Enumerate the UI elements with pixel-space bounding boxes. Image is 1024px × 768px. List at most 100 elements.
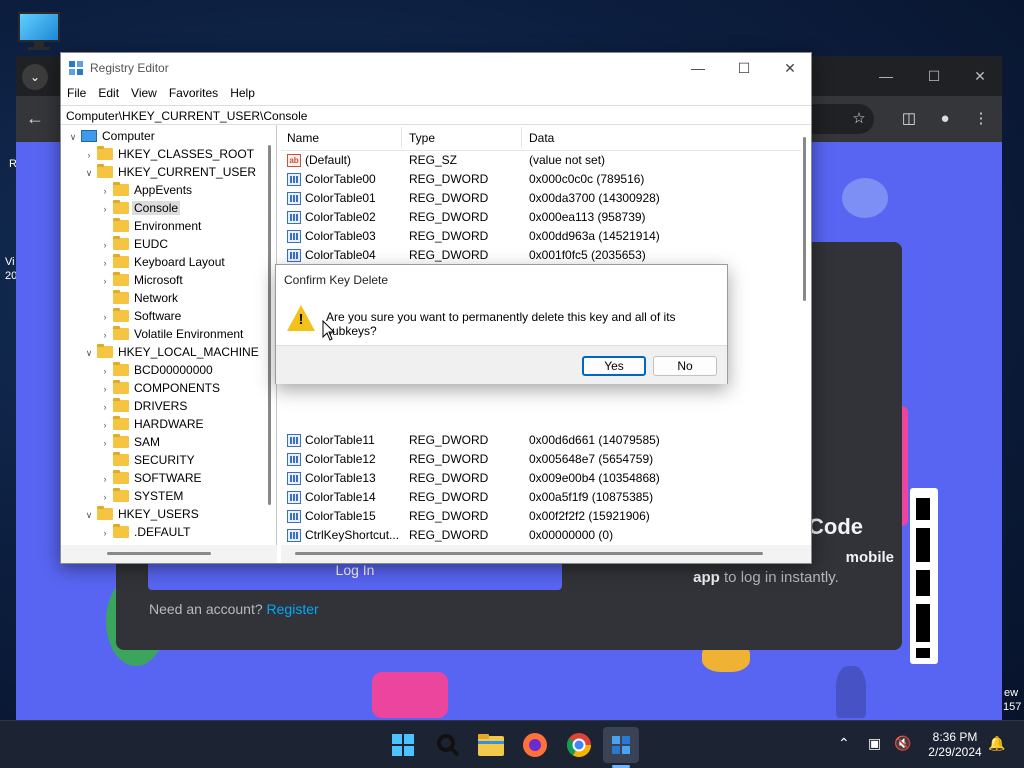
profile-avatar-icon[interactable]: ● <box>934 108 956 130</box>
registry-editor-taskbar-button[interactable] <box>603 727 639 763</box>
value-row[interactable]: ColorTable14 REG_DWORD 0x00a5f1f9 (1087538… <box>281 488 801 507</box>
browser-menu-icon[interactable]: ⋮ <box>970 108 992 130</box>
menu-help[interactable]: Help <box>224 83 261 100</box>
yes-button[interactable]: Yes <box>582 356 646 376</box>
tree-item[interactable]: › Microsoft <box>99 271 185 289</box>
tree-item[interactable]: ∨ HKEY_LOCAL_MACHINE <box>83 343 261 361</box>
address-path[interactable]: Computer\HKEY_CURRENT_USER\Console <box>61 105 811 125</box>
value-row[interactable]: ab (Default) REG_SZ (value not set) <box>281 151 801 170</box>
tree-item[interactable]: › SYSTEM <box>99 487 185 505</box>
chrome-button[interactable] <box>561 727 597 763</box>
value-row[interactable]: ColorTable13 REG_DWORD 0x009e00b4 (1035486… <box>281 469 801 488</box>
tree-item[interactable]: › Volatile Environment <box>99 325 245 343</box>
menu-favorites[interactable]: Favorites <box>163 83 224 100</box>
value-row[interactable]: ColorTable00 REG_DWORD 0x000c0c0c (789516) <box>281 170 801 189</box>
tree-item[interactable]: › COMPONENTS <box>99 379 222 397</box>
firefox-button[interactable] <box>517 727 553 763</box>
collapse-chevron-icon[interactable]: ∨ <box>83 506 95 524</box>
browser-maximize-button[interactable]: ☐ <box>914 64 954 88</box>
value-row[interactable]: ColorTable12 REG_DWORD 0x005648e7 (5654759… <box>281 450 801 469</box>
tree-item[interactable]: › EUDC <box>99 235 170 253</box>
expand-chevron-icon[interactable]: › <box>99 434 111 452</box>
tree-item[interactable]: › DRIVERS <box>99 397 189 415</box>
expand-chevron-icon[interactable]: › <box>99 200 111 218</box>
tree-item[interactable]: › Keyboard Layout <box>99 253 227 271</box>
expand-chevron-icon[interactable]: › <box>99 380 111 398</box>
volume-muted-icon[interactable]: 🔇 <box>894 735 911 752</box>
expand-chevron-icon[interactable]: › <box>99 236 111 254</box>
file-explorer-button[interactable] <box>473 727 509 763</box>
expand-chevron-icon[interactable]: › <box>99 362 111 380</box>
expand-chevron-icon[interactable]: › <box>99 488 111 506</box>
maximize-button[interactable]: ☐ <box>721 57 767 79</box>
folder-icon <box>97 506 113 520</box>
qr-text-rest: to log in instantly. <box>724 569 839 586</box>
regedit-titlebar[interactable]: Registry Editor — ☐ ✕ <box>61 53 811 83</box>
network-icon[interactable]: ▣ <box>868 735 881 752</box>
clock[interactable]: 8:36 PM 2/29/2024 <box>920 730 990 760</box>
value-row[interactable]: ColorTable04 REG_DWORD 0x001f0fc5 (2035653… <box>281 246 801 265</box>
start-button[interactable] <box>385 727 421 763</box>
value-row[interactable]: CtrlKeyShortcut... REG_DWORD 0x00000000 (0… <box>281 526 801 545</box>
tree-item[interactable]: ∨ Computer <box>67 127 157 145</box>
back-arrow-icon[interactable]: ← <box>26 108 44 129</box>
registry-key-tree[interactable]: ∨ Computer › HKEY_CLASSES_ROOT ∨ HKEY_CURRENT… <box>61 125 277 545</box>
expand-chevron-icon[interactable]: › <box>99 524 111 542</box>
tree-item[interactable]: › .DEFAULT <box>99 523 192 541</box>
browser-close-button[interactable]: ✕ <box>960 64 1000 88</box>
expand-chevron-icon[interactable]: › <box>99 326 111 344</box>
menu-view[interactable]: View <box>125 83 163 100</box>
expand-chevron-icon[interactable]: › <box>99 308 111 326</box>
minimize-button[interactable]: — <box>675 57 721 79</box>
tree-item[interactable]: › HARDWARE <box>99 415 206 433</box>
browser-minimize-button[interactable]: — <box>866 64 906 88</box>
value-type: REG_DWORD <box>409 490 489 504</box>
tree-item[interactable]: › SOFTWARE <box>99 469 204 487</box>
menu-edit[interactable]: Edit <box>92 83 125 100</box>
tree-item[interactable]: ∨ HKEY_USERS <box>83 505 201 523</box>
notification-bell-icon[interactable]: 🔔 <box>988 735 1005 752</box>
collapse-chevron-icon[interactable]: ∨ <box>83 344 95 362</box>
column-header-data[interactable]: Data <box>529 131 554 145</box>
column-header-type[interactable]: Type <box>409 131 435 145</box>
tree-item[interactable]: Environment <box>99 217 203 235</box>
value-row[interactable]: ColorTable15 REG_DWORD 0x00f2f2f2 (1592190… <box>281 507 801 526</box>
expand-chevron-icon[interactable]: › <box>99 470 111 488</box>
tree-item[interactable]: › BCD00000000 <box>99 361 215 379</box>
collapse-chevron-icon[interactable]: ∨ <box>83 164 95 182</box>
value-row[interactable]: ColorTable02 REG_DWORD 0x000ea113 (958739) <box>281 208 801 227</box>
value-row[interactable]: ColorTable01 REG_DWORD 0x00da3700 (1430092… <box>281 189 801 208</box>
values-vertical-scrollbar[interactable] <box>799 125 811 545</box>
tree-item[interactable]: › AppEvents <box>99 181 194 199</box>
side-panel-icon[interactable]: ◫ <box>898 108 920 130</box>
tree-item[interactable]: › Software <box>99 307 183 325</box>
values-horizontal-scrollbar[interactable] <box>281 545 811 563</box>
show-hidden-icons-chevron-icon[interactable]: ⌃ <box>838 735 850 752</box>
tree-item[interactable]: › Console <box>99 199 181 218</box>
expand-chevron-icon[interactable]: › <box>99 416 111 434</box>
tree-vertical-scrollbar[interactable] <box>265 125 275 545</box>
expand-chevron-icon[interactable]: › <box>83 146 95 164</box>
tree-item[interactable]: ∨ HKEY_CURRENT_USER <box>83 163 258 181</box>
this-pc-desktop-icon[interactable] <box>14 8 62 52</box>
register-link[interactable]: Register <box>267 601 319 617</box>
tree-horizontal-scrollbar[interactable] <box>61 545 277 563</box>
expand-chevron-icon[interactable]: › <box>99 398 111 416</box>
search-button[interactable] <box>430 727 466 763</box>
close-button[interactable]: ✕ <box>767 57 813 79</box>
tree-item[interactable]: Network <box>99 289 180 307</box>
menu-file[interactable]: File <box>61 83 92 100</box>
collapse-chevron-icon[interactable]: ∨ <box>67 128 79 146</box>
tab-search-chevron-icon[interactable]: ⌄ <box>22 64 48 90</box>
expand-chevron-icon[interactable]: › <box>99 182 111 200</box>
column-header-name[interactable]: Name <box>287 131 319 145</box>
expand-chevron-icon[interactable]: › <box>99 272 111 290</box>
bookmark-star-icon[interactable]: ☆ <box>848 108 870 130</box>
expand-chevron-icon[interactable]: › <box>99 254 111 272</box>
no-button[interactable]: No <box>653 356 717 376</box>
value-row[interactable]: ColorTable11 REG_DWORD 0x00d6d661 (1407958… <box>281 431 801 450</box>
value-row[interactable]: ColorTable03 REG_DWORD 0x00dd963a (1452191… <box>281 227 801 246</box>
tree-item[interactable]: SECURITY <box>99 451 197 469</box>
tree-item[interactable]: › HKEY_CLASSES_ROOT <box>83 145 256 163</box>
tree-item[interactable]: › SAM <box>99 433 162 451</box>
